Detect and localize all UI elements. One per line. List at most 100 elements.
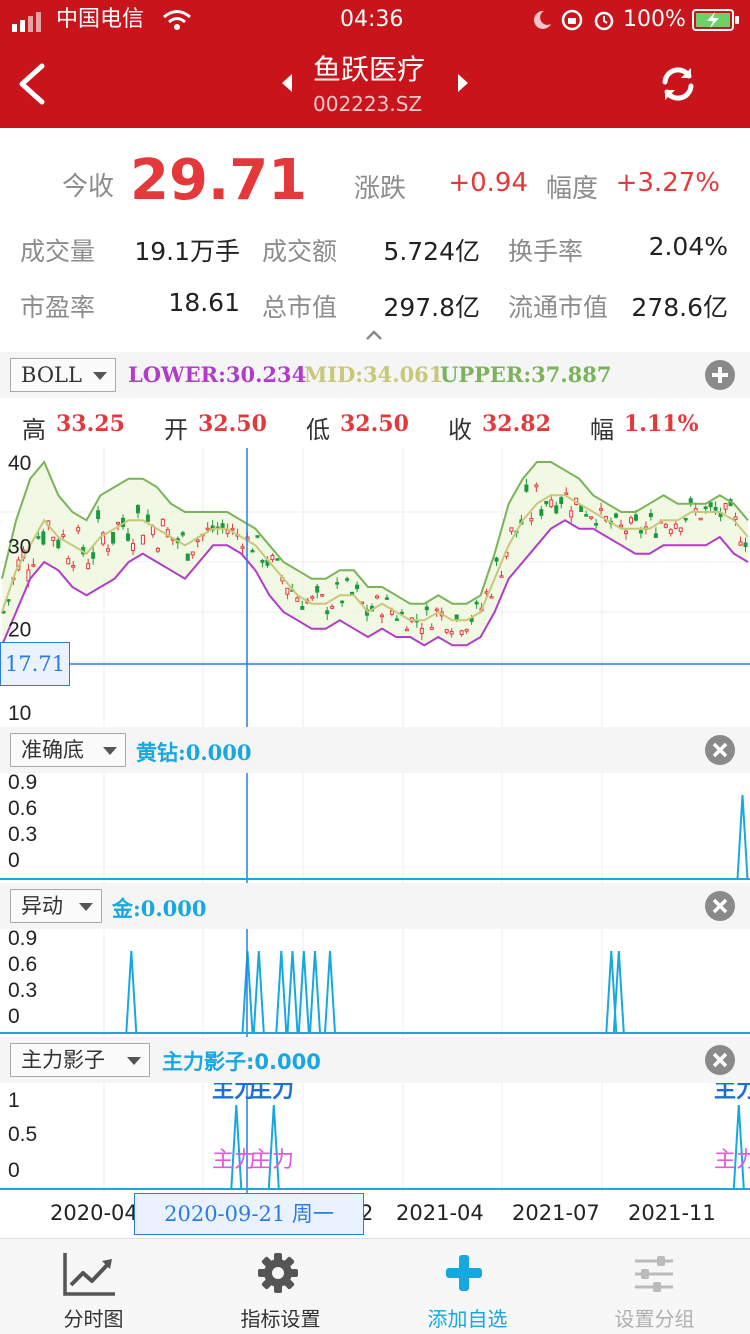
candle-down [220, 523, 225, 529]
close-price: 29.71 [130, 148, 308, 213]
candle-down [524, 484, 529, 492]
signal-icon [12, 12, 41, 32]
wifi-icon [163, 10, 191, 30]
candle-down [325, 610, 330, 615]
candle-up [628, 517, 633, 524]
candle-down [494, 557, 499, 562]
low-label: 低 [306, 416, 330, 444]
add-indicator-icon[interactable] [704, 359, 736, 391]
kline-y-tick: 10 [8, 702, 31, 725]
tab-add-watchlist[interactable]: 添加自选 [374, 1239, 561, 1334]
back-icon[interactable] [14, 62, 48, 106]
candle-up [529, 518, 534, 522]
candle-down [539, 509, 544, 516]
candle-down [275, 558, 280, 561]
pe-value: 18.61 [168, 288, 240, 317]
candle-up [389, 610, 394, 615]
indicator-bar-1: 准确底 黄钻:0.000 [0, 727, 750, 773]
indicator-chart-2: 0.9 0.6 0.3 0 [0, 929, 750, 1037]
indicator-selector-1[interactable]: 准确底 [10, 733, 126, 767]
candle-up [106, 548, 111, 552]
panel-y-tick: 0 [8, 1005, 20, 1028]
candle-up [285, 587, 290, 595]
candle-down [91, 552, 96, 559]
kline-y-tick: 20 [8, 619, 31, 642]
close-indicator-2-icon[interactable] [704, 890, 736, 922]
candle-up [230, 528, 235, 531]
candle-down [424, 606, 429, 611]
marker-label: 主力 [714, 1148, 750, 1173]
panel-y-tick: 0 [8, 1159, 20, 1182]
candle-down [743, 542, 748, 548]
change-value: +0.94 [448, 168, 528, 198]
next-stock-icon[interactable] [456, 72, 470, 94]
float-cap-value: 278.6亿 [631, 293, 728, 322]
candle-down [335, 582, 340, 585]
candle-up [509, 527, 514, 532]
boll-lower: LOWER:30.234 [128, 362, 307, 387]
amp-label: 幅 [590, 416, 614, 444]
refresh-icon[interactable] [660, 64, 696, 104]
candle-down [111, 531, 116, 544]
boll-selector[interactable]: BOLL [10, 358, 116, 392]
candle-up [663, 523, 668, 528]
candle-down [255, 535, 260, 538]
indicator-selector-3-label: 主力影子 [21, 1048, 105, 1072]
close-indicator-3-icon[interactable] [704, 1044, 736, 1076]
candle-down [614, 513, 619, 518]
panel-y-tick: 0 [8, 849, 20, 872]
volume-label: 成交量 [20, 237, 96, 266]
grid-lines [103, 773, 603, 883]
marker-label: 主力 [250, 1083, 294, 1103]
gear-icon [258, 1253, 298, 1293]
candle-up [76, 527, 81, 532]
candle-down [454, 614, 459, 621]
candle-up [66, 558, 71, 565]
candle-up [374, 595, 379, 599]
candle-up [140, 534, 145, 545]
candle-down [638, 530, 643, 534]
volume-value: 19.1万手 [134, 237, 240, 266]
panel-y-tick: 0.9 [8, 773, 37, 794]
candle-up [459, 630, 464, 636]
candle-up [534, 484, 539, 488]
panel-y-tick: 0.9 [8, 929, 37, 950]
battery-percent: 100% [623, 7, 686, 32]
indicator-selector-3[interactable]: 主力影子 [10, 1043, 150, 1077]
candle-up [404, 628, 409, 632]
kline-chart[interactable]: 40 30 20 10 [0, 448, 750, 728]
candle-up [619, 524, 624, 528]
candle-up [434, 608, 439, 612]
candle-up [160, 518, 165, 527]
kline-y-tick: 30 [8, 535, 31, 558]
candle-up [464, 628, 469, 632]
tab-add-watchlist-label: 添加自选 [427, 1307, 508, 1331]
turnover-value: 2.04% [648, 232, 728, 261]
pe-label: 市盈率 [20, 293, 96, 322]
indicator-selector-2[interactable]: 异动 [10, 889, 102, 923]
indicator-bar-2: 异动 金:0.000 [0, 883, 750, 929]
open-label: 开 [164, 416, 188, 444]
close-indicator-1-icon[interactable] [704, 734, 736, 766]
low-value: 32.50 [340, 411, 409, 437]
indicator-bar-3: 主力影子 主力影子:0.000 [0, 1037, 750, 1083]
candle-up [444, 629, 449, 633]
indicator-line [0, 1104, 750, 1190]
close-label-2: 收 [448, 416, 472, 444]
candle-up [738, 541, 743, 546]
candle-up [195, 539, 200, 543]
quote-summary: 今收 29.71 涨跌 +0.94 幅度 +3.27% 成交量 19.1万手 成… [0, 128, 750, 352]
tab-set-group[interactable]: 设置分组 [561, 1239, 748, 1334]
candle-down [56, 539, 61, 549]
indicator-line [0, 950, 750, 1034]
nav-bar: 鱼跃医疗 002223.SZ [0, 40, 750, 128]
collapse-chevron-icon[interactable] [364, 328, 384, 342]
alarm-icon [594, 11, 614, 31]
crosshair-date-label: 2020-09-21 周一 [134, 1193, 364, 1235]
prev-stock-icon[interactable] [280, 72, 294, 94]
candle-down [250, 549, 255, 553]
candle-down [350, 591, 355, 595]
tab-timeshare[interactable]: 分时图 [0, 1239, 187, 1334]
tab-indicator-settings[interactable]: 指标设置 [187, 1239, 374, 1334]
candle-down [345, 578, 350, 581]
